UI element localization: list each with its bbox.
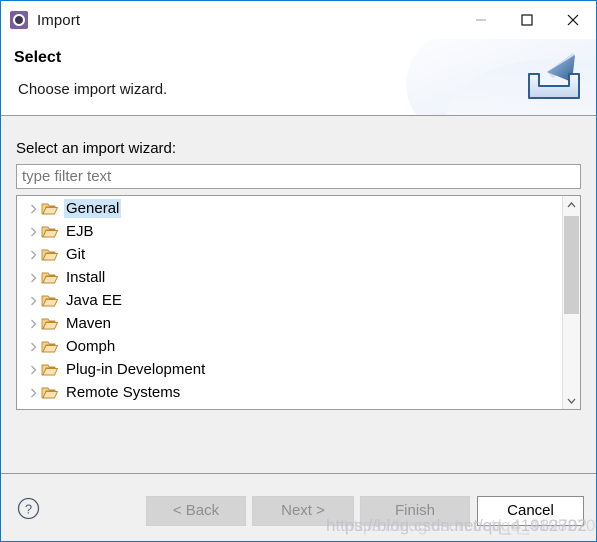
chevron-right-icon[interactable] xyxy=(25,243,41,266)
tree-item-git[interactable]: Git xyxy=(17,243,562,266)
cancel-button[interactable]: Cancel xyxy=(477,496,584,526)
tree-item-label: Java EE xyxy=(66,292,122,309)
title-bar: Import xyxy=(1,1,596,39)
chevron-right-icon[interactable] xyxy=(25,358,41,381)
page-subtitle: Choose import wizard. xyxy=(18,81,168,98)
import-arrow-tray-icon xyxy=(523,48,585,106)
tree-item-label: EJB xyxy=(66,223,94,240)
minimize-button[interactable] xyxy=(458,4,504,36)
select-wizard-label: Select an import wizard: xyxy=(16,140,177,157)
folder-icon xyxy=(41,362,59,378)
filter-input[interactable] xyxy=(16,164,581,189)
tree-vertical-scrollbar[interactable] xyxy=(562,196,580,409)
tree-item-oomph[interactable]: Oomph xyxy=(17,335,562,358)
chevron-right-icon[interactable] xyxy=(25,312,41,335)
chevron-right-icon[interactable] xyxy=(25,220,41,243)
close-button[interactable] xyxy=(550,4,596,36)
tree-item-label: Oomph xyxy=(66,338,116,355)
scroll-down-icon[interactable] xyxy=(563,392,580,409)
wizard-banner: Select Choose import wizard. xyxy=(1,39,596,116)
tree-item-plug-in-development[interactable]: Plug-in Development xyxy=(17,358,562,381)
maximize-button[interactable] xyxy=(504,4,550,36)
window-controls xyxy=(458,1,596,39)
folder-icon xyxy=(41,247,59,263)
back-button[interactable]: < Back xyxy=(146,496,246,526)
folder-icon xyxy=(41,201,59,217)
tree-item-ejb[interactable]: EJB xyxy=(17,220,562,243)
scroll-up-icon[interactable] xyxy=(563,196,580,213)
finish-button[interactable]: Finish xyxy=(360,496,470,526)
folder-icon xyxy=(41,385,59,401)
chevron-right-icon[interactable] xyxy=(25,381,41,404)
tree-item-label: Install xyxy=(66,269,106,286)
folder-icon xyxy=(41,316,59,332)
chevron-right-icon[interactable] xyxy=(25,289,41,312)
dialog-button-bar: ? < Back Next > Finish Cancel xyxy=(1,473,596,541)
tree-item-install[interactable]: Install xyxy=(17,266,562,289)
chevron-right-icon[interactable] xyxy=(25,266,41,289)
tree-item-label: Git xyxy=(66,246,86,263)
dialog-body: Select an import wizard: General xyxy=(1,116,596,473)
tree-item-maven[interactable]: Maven xyxy=(17,312,562,335)
svg-text:?: ? xyxy=(25,502,32,517)
tree-item-label: General xyxy=(64,199,122,218)
folder-icon xyxy=(41,293,59,309)
tree-item-remote-systems[interactable]: Remote Systems xyxy=(17,381,562,404)
chevron-right-icon[interactable] xyxy=(25,335,41,358)
tree-item-label: Remote Systems xyxy=(66,384,181,401)
tree-item-label: Maven xyxy=(66,315,112,332)
window-title: Import xyxy=(37,11,81,29)
next-button[interactable]: Next > xyxy=(252,496,354,526)
help-circle-icon[interactable]: ? xyxy=(17,497,40,520)
eclipse-wizard-icon xyxy=(10,11,28,29)
folder-icon xyxy=(41,224,59,240)
page-title: Select xyxy=(14,49,62,66)
folder-icon xyxy=(41,270,59,286)
tree-item-general[interactable]: General xyxy=(17,197,562,220)
import-wizard-dialog: Import Select Choose import wizard. Sele… xyxy=(0,0,597,542)
chevron-right-icon[interactable] xyxy=(25,197,41,220)
tree-item-java-ee[interactable]: Java EE xyxy=(17,289,562,312)
tree-item-label: Plug-in Development xyxy=(66,361,206,378)
folder-icon xyxy=(41,339,59,355)
wizard-tree[interactable]: General EJB Git Install Java EE Maven Oo… xyxy=(16,195,581,410)
wizard-tree-list[interactable]: General EJB Git Install Java EE Maven Oo… xyxy=(17,196,562,409)
scrollbar-thumb[interactable] xyxy=(564,216,579,314)
